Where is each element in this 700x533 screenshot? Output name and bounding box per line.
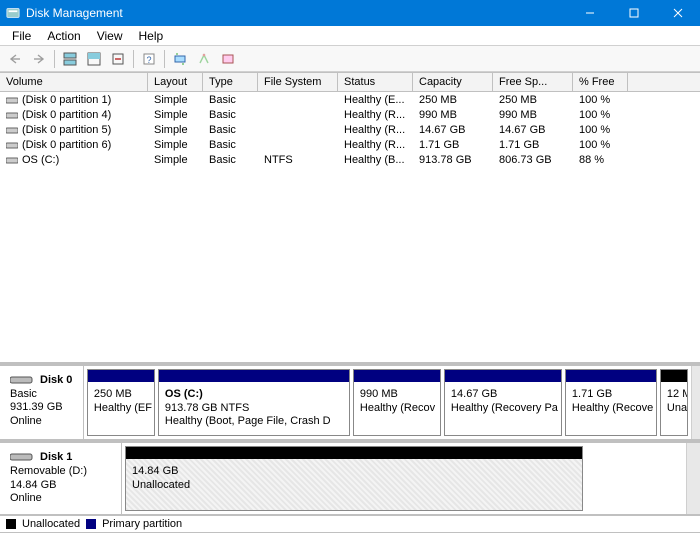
table-row[interactable]: (Disk 0 partition 1)SimpleBasicHealthy (… [0,92,700,107]
table-row[interactable]: (Disk 0 partition 4)SimpleBasicHealthy (… [0,107,700,122]
action-button[interactable] [217,48,239,70]
disk0-name: Disk 0 [40,374,72,386]
partition-block[interactable]: 14.84 GBUnallocated [125,446,583,511]
scrollbar[interactable] [686,443,700,514]
menu-action[interactable]: Action [39,27,88,45]
menu-view[interactable]: View [89,27,131,45]
partition-block[interactable]: 12 MUna [660,369,688,436]
view-both-button[interactable] [59,48,81,70]
window-title: Disk Management [26,6,568,20]
col-header-capacity[interactable]: Capacity [413,73,493,91]
titlebar: Disk Management [0,0,700,26]
scrollbar[interactable] [691,366,700,439]
disk1-name: Disk 1 [40,451,72,463]
nav-back-button[interactable] [4,48,26,70]
col-header-status[interactable]: Status [338,73,413,91]
col-header-type[interactable]: Type [203,73,258,91]
nav-forward-button[interactable] [28,48,50,70]
menubar: File Action View Help [0,26,700,46]
svg-text:?: ? [146,55,151,65]
partition-block[interactable]: 250 MBHealthy (EF [87,369,155,436]
maximize-button[interactable] [612,0,656,26]
partition-block[interactable]: 14.67 GBHealthy (Recovery Pa [444,369,562,436]
settings-button[interactable] [107,48,129,70]
legend-label-unallocated: Unallocated [22,518,80,530]
col-header-layout[interactable]: Layout [148,73,203,91]
disk0-pane: Disk 0 Basic 931.39 GB Online 250 MBHeal… [0,366,700,443]
partition-block[interactable]: 990 MBHealthy (Recov [353,369,441,436]
disk1-status: Online [10,492,111,506]
disk1-pane: Disk 1 Removable (D:) 14.84 GB Online 14… [0,443,700,515]
disk0-size: 931.39 GB [10,401,73,415]
legend-swatch-unallocated [6,519,16,529]
toolbar: ? [0,46,700,72]
table-row[interactable]: (Disk 0 partition 6)SimpleBasicHealthy (… [0,137,700,152]
disk1-info[interactable]: Disk 1 Removable (D:) 14.84 GB Online [0,443,122,514]
view-top-button[interactable] [83,48,105,70]
legend-swatch-primary [86,519,96,529]
app-icon [6,6,20,20]
volume-list: Volume Layout Type File System Status Ca… [0,72,700,167]
rescan-button[interactable] [193,48,215,70]
partition-block[interactable]: OS (C:)913.78 GB NTFSHealthy (Boot, Page… [158,369,350,436]
disk0-status: Online [10,415,73,429]
disk-icon [10,375,36,385]
disk1-size: 14.84 GB [10,479,111,493]
col-header-pctfree[interactable]: % Free [573,73,628,91]
disk-icon [10,452,36,462]
disk0-info[interactable]: Disk 0 Basic 931.39 GB Online [0,366,84,439]
refresh-button[interactable] [169,48,191,70]
partition-block[interactable]: 1.71 GBHealthy (Recove [565,369,657,436]
minimize-button[interactable] [568,0,612,26]
disk-map: Disk 0 Basic 931.39 GB Online 250 MBHeal… [0,362,700,533]
disk1-type: Removable (D:) [10,465,111,479]
help-button[interactable]: ? [138,48,160,70]
close-button[interactable] [656,0,700,26]
col-header-volume[interactable]: Volume [0,73,148,91]
disk0-type: Basic [10,388,73,402]
col-header-freespace[interactable]: Free Sp... [493,73,573,91]
table-row[interactable]: (Disk 0 partition 5)SimpleBasicHealthy (… [0,122,700,137]
menu-file[interactable]: File [4,27,39,45]
legend-label-primary: Primary partition [102,518,182,530]
table-row[interactable]: OS (C:)SimpleBasicNTFSHealthy (B...913.7… [0,152,700,167]
menu-help[interactable]: Help [131,27,172,45]
legend: Unallocated Primary partition [0,515,700,533]
col-header-filesystem[interactable]: File System [258,73,338,91]
